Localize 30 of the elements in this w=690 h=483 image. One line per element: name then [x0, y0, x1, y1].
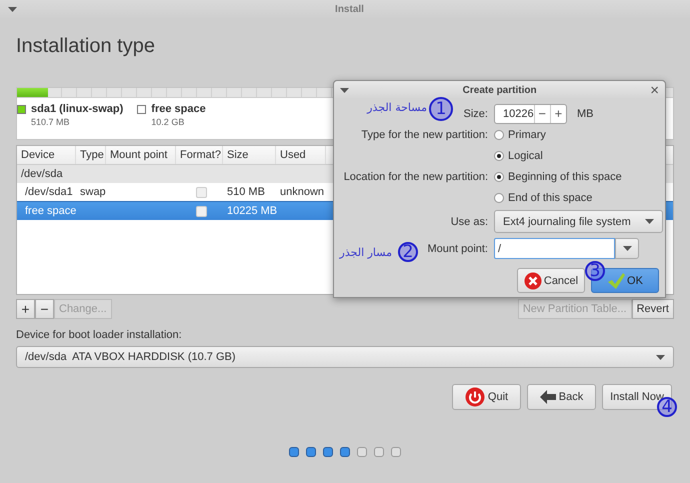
option-text: Logical — [508, 150, 543, 162]
option-text: Primary — [508, 128, 546, 140]
use-as-label: Use as: — [450, 216, 488, 228]
page-heading: Installation type — [16, 35, 156, 59]
number-marker: 1 — [429, 97, 453, 121]
partition-name: free space — [151, 103, 206, 115]
option-text: End of this space — [508, 192, 592, 204]
partition-size: 10.2 GB — [151, 117, 186, 127]
window-title: Install — [334, 4, 365, 14]
option-label: Type for the new partition: — [361, 128, 488, 140]
partition-name: sda1 (linux-swap) — [31, 103, 124, 115]
size-label: Size: — [464, 108, 488, 120]
number-marker: 3 — [585, 261, 605, 281]
unit-label: MB — [577, 108, 594, 120]
option-text: Beginning of this space — [508, 170, 622, 182]
table-cell-text: /dev/sda — [20, 168, 64, 180]
table-cell-text: unknown — [279, 186, 326, 198]
annotation-note: مسار الجذر — [340, 245, 392, 261]
mount-point-label: Mount point: — [427, 242, 488, 254]
table-cell-text: free space — [24, 205, 76, 217]
table-cell-text: /dev/sda1 — [24, 186, 74, 198]
annotation-note: مساحة الجذر — [367, 100, 427, 116]
table-cell-text: 10225 MB — [226, 205, 276, 217]
table-cell-text: 510 MB — [226, 186, 266, 198]
option-label: Location for the new partition: — [344, 170, 488, 182]
partition-size: 510.7 MB — [31, 117, 71, 127]
bootloader-label: Device for boot loader installation: — [16, 329, 183, 341]
table-cell-text: swap — [79, 186, 106, 198]
dialog-title: Create partition — [462, 84, 538, 96]
number-marker: 2 — [398, 242, 418, 262]
